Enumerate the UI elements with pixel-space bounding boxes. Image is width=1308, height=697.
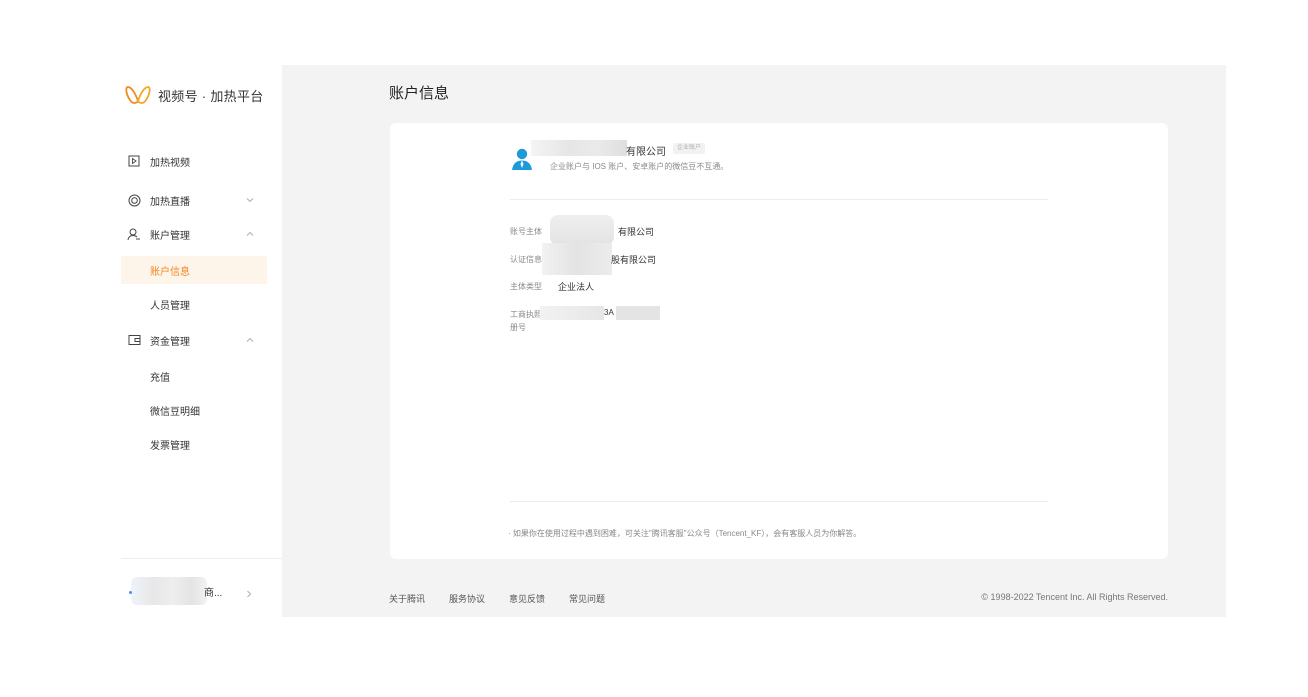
detail-label-account-subject: 账号主体 bbox=[510, 227, 542, 236]
detail-value-redacted bbox=[616, 306, 660, 320]
help-footnote: · 如果你在使用过程中遇到困难，可关注"腾讯客服"公众号（Tencent_KF）… bbox=[508, 529, 862, 538]
sidebar-item-label: 加热视频 bbox=[150, 157, 190, 169]
brand-logo[interactable]: 视频号 · 加热平台 bbox=[125, 83, 264, 107]
sidebar-item-label: 充值 bbox=[150, 372, 170, 384]
avatar bbox=[131, 577, 207, 605]
copyright: © 1998-2022 Tencent Inc. All Rights Rese… bbox=[981, 592, 1168, 602]
sidebar-item-boost-live[interactable]: 加热直播 bbox=[121, 186, 267, 214]
detail-value-account-subject: 有限公司 bbox=[618, 227, 655, 237]
avatar-dot bbox=[129, 591, 132, 594]
footer-link-about[interactable]: 关于腾讯 bbox=[389, 592, 425, 605]
account-info-card: 有限公司 企业账户 企业账户与 IOS 账户、安卓账户的微信豆不互通。 账号主体… bbox=[390, 123, 1168, 559]
detail-value-redacted bbox=[542, 243, 612, 275]
user-icon bbox=[127, 227, 141, 241]
sidebar-item-boost-video[interactable]: 加热视频 bbox=[121, 147, 267, 175]
sidebar-item-label: 发票管理 bbox=[150, 440, 190, 452]
sidebar-subitem-staff-management[interactable]: 人员管理 bbox=[121, 290, 267, 318]
account-type-badge: 企业账户 bbox=[673, 143, 706, 154]
chevron-up-icon bbox=[244, 334, 256, 346]
live-circle-icon bbox=[127, 193, 141, 207]
user-account-switcher[interactable]: 商... bbox=[127, 577, 267, 607]
detail-value-redacted bbox=[550, 215, 614, 245]
main-content: 账户信息 有限公司 企业账户 企业账户与 IOS 账户、安卓账户的微信豆不互通。… bbox=[282, 65, 1226, 617]
sidebar-subitem-account-info[interactable]: 账户信息 bbox=[121, 256, 267, 284]
user-name: 商... bbox=[204, 588, 223, 599]
detail-value-business-license: 3A bbox=[604, 308, 614, 317]
sidebar-subitem-wechat-beans-detail[interactable]: 微信豆明细 bbox=[121, 396, 267, 424]
footer-link-terms[interactable]: 服务协议 bbox=[449, 592, 485, 605]
sidebar-item-label: 人员管理 bbox=[150, 300, 190, 312]
account-name-redacted bbox=[531, 140, 627, 156]
card-divider-bottom bbox=[510, 501, 1048, 502]
footer-link-faq[interactable]: 常见问题 bbox=[569, 592, 605, 605]
sidebar-subitem-invoice-management[interactable]: 发票管理 bbox=[121, 430, 267, 458]
sidebar-item-label: 账户信息 bbox=[150, 266, 190, 278]
detail-value-entity-type: 企业法人 bbox=[558, 282, 595, 292]
page-title: 账户信息 bbox=[389, 85, 450, 102]
sidebar-divider bbox=[121, 558, 282, 559]
detail-label-business-license: 工商执照 册号 bbox=[510, 310, 542, 332]
detail-label-entity-type: 主体类型 bbox=[510, 282, 542, 291]
card-divider-top bbox=[510, 199, 1048, 200]
sidebar-item-label: 微信豆明细 bbox=[150, 406, 200, 418]
sidebar-item-label: 加热直播 bbox=[150, 196, 190, 208]
detail-value-certification: 股有限公司 bbox=[611, 255, 657, 265]
sidebar: 视频号 · 加热平台 加热视频 加热直播 账户管理 账户信息 人员管理 资金管理… bbox=[121, 65, 282, 617]
chevron-down-icon bbox=[244, 194, 256, 206]
app-window: 视频号 · 加热平台 加热视频 加热直播 账户管理 账户信息 人员管理 资金管理… bbox=[121, 65, 1226, 617]
sidebar-subitem-recharge[interactable]: 充值 bbox=[121, 362, 267, 390]
sidebar-item-funds-management[interactable]: 资金管理 bbox=[121, 326, 267, 354]
account-note: 企业账户与 IOS 账户、安卓账户的微信豆不互通。 bbox=[550, 162, 729, 171]
sidebar-item-label: 资金管理 bbox=[150, 336, 190, 348]
sidebar-item-account-management[interactable]: 账户管理 bbox=[121, 220, 267, 248]
sidebar-item-label: 账户管理 bbox=[150, 230, 190, 242]
wallet-icon bbox=[127, 333, 141, 347]
footer-link-feedback[interactable]: 意见反馈 bbox=[509, 592, 545, 605]
butterfly-logo-icon bbox=[125, 84, 151, 106]
account-name: 有限公司 bbox=[626, 147, 666, 158]
brand-name: 视频号 · 加热平台 bbox=[158, 88, 264, 104]
chevron-right-icon bbox=[244, 586, 254, 604]
detail-label-certification: 认证信息 bbox=[510, 255, 542, 264]
detail-value-redacted bbox=[540, 306, 604, 320]
chevron-up-icon bbox=[244, 228, 256, 240]
video-play-icon bbox=[127, 154, 141, 168]
